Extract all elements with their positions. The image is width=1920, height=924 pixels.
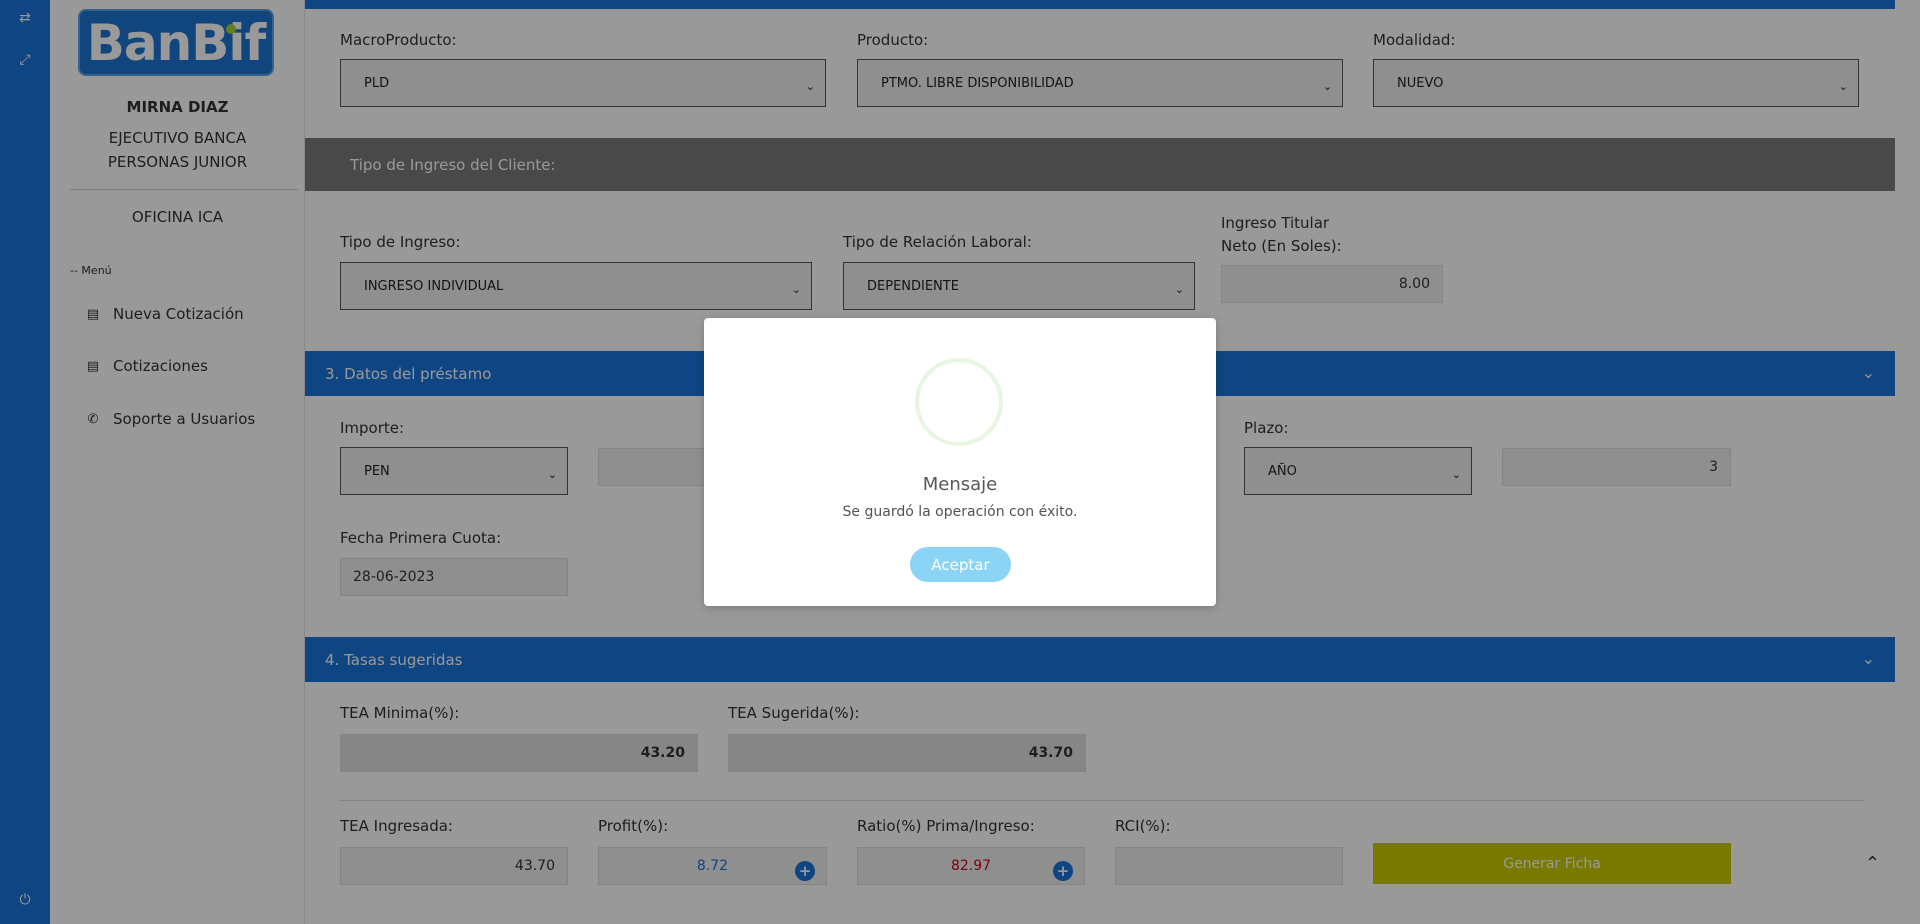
dialog-title: Mensaje <box>922 474 998 495</box>
accept-button[interactable]: Aceptar <box>910 547 1011 582</box>
success-dialog: Mensaje Se guardó la operación con éxito… <box>704 318 1216 606</box>
success-icon <box>915 358 1003 446</box>
dialog-message: Se guardó la operación con éxito. <box>842 504 1078 520</box>
